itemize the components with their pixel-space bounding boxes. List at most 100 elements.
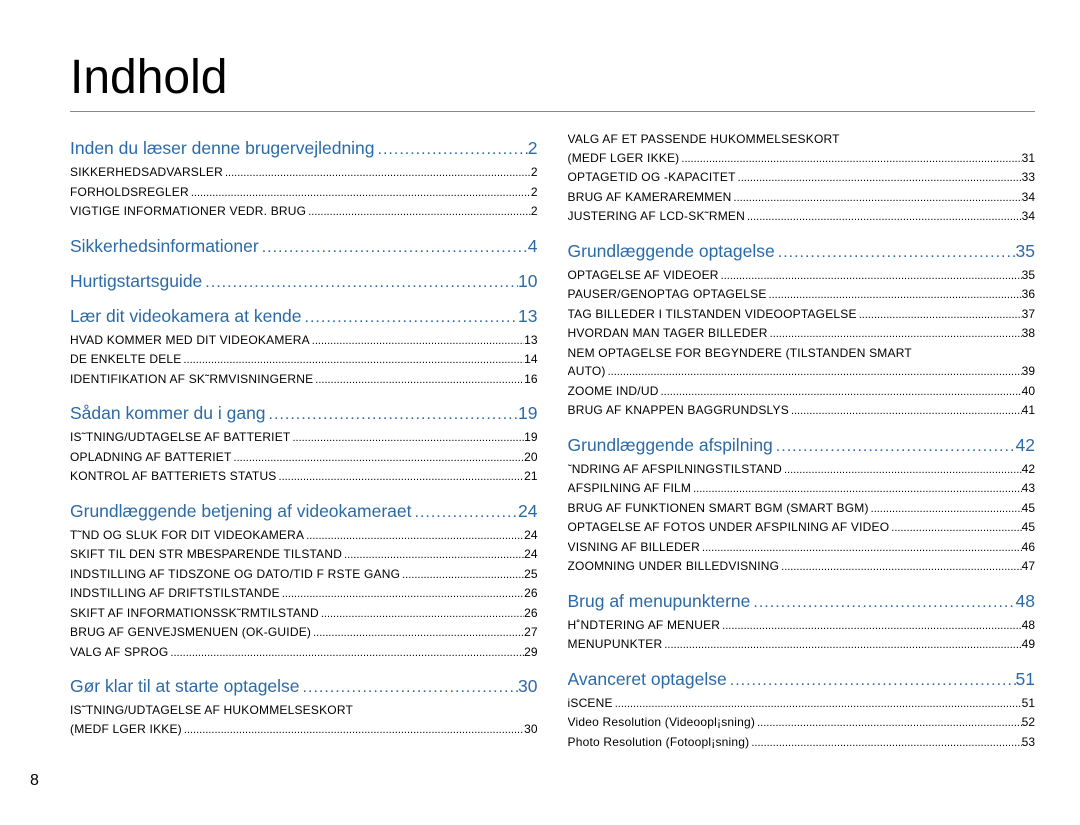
toc-section-label: Brug af menupunkterne	[568, 591, 751, 612]
toc-subentry[interactable]: ˜NDRING AF AFSPILNINGSTILSTAND..........…	[568, 460, 1036, 480]
toc-subentry[interactable]: (MEDF LGER IKKE)........................…	[568, 149, 1036, 169]
toc-leader-dots: ........................................…	[749, 734, 1021, 753]
toc-subentry-label: BRUG AF FUNKTIONEN SMART BGM (SMART BGM)	[568, 499, 869, 518]
toc-subentry[interactable]: OPTAGELSE AF VIDEOER....................…	[568, 266, 1036, 286]
toc-leader-dots: ........................................…	[857, 306, 1022, 325]
toc-subentry[interactable]: SKIFT TIL DEN STR MBESPARENDE TILSTAND..…	[70, 545, 538, 565]
toc-subentry-label: IS˜TNING/UDTAGELSE AF HUKOMMELSESKORT	[70, 701, 353, 720]
toc-section[interactable]: Hurtigstartsguide.......................…	[70, 271, 538, 292]
toc-subentry[interactable]: HVORDAN MAN TAGER BILLEDER..............…	[568, 324, 1036, 344]
toc-subentry[interactable]: (MEDF LGER IKKE)........................…	[70, 720, 538, 740]
toc-subentry-label: VALG AF SPROG	[70, 643, 168, 662]
toc-subentry[interactable]: KONTROL AF BATTERIETS STATUS............…	[70, 467, 538, 487]
toc-subentry[interactable]: IDENTIFIKATION AF SK˜RMVISNINGERNE......…	[70, 370, 538, 390]
toc-subentry-page: 45	[1022, 518, 1035, 537]
toc-section[interactable]: Grundlæggende optagelse.................…	[568, 241, 1036, 262]
toc-subentry-label: Video Resolution (Videoopl¡sning)	[568, 713, 756, 732]
toc-subentry[interactable]: INDSTILLING AF DRIFTSTILSTANDE..........…	[70, 584, 538, 604]
toc-subentry[interactable]: T˜ND OG SLUK FOR DIT VIDEOKAMERA........…	[70, 526, 538, 546]
toc-subentry[interactable]: VALG AF SPROG...........................…	[70, 643, 538, 663]
toc-subentry-page: 24	[524, 545, 537, 564]
toc-subentry[interactable]: BRUG AF FUNKTIONEN SMART BGM (SMART BGM)…	[568, 499, 1036, 519]
toc-subentry[interactable]: INDSTILLING AF TIDSZONE OG DATO/TID F RS…	[70, 565, 538, 585]
toc-subentry[interactable]: VALG AF ET PASSENDE HUKOMMELSESKORT	[568, 130, 1036, 149]
toc-subentry[interactable]: IS˜TNING/UDTAGELSE AF BATTERIET.........…	[70, 428, 538, 448]
toc-subentry[interactable]: AUTO)...................................…	[568, 362, 1036, 382]
toc-subentry[interactable]: Photo Resolution (Fotoopl¡sning)........…	[568, 733, 1036, 753]
toc-subentry-label: OPTAGELSE AF VIDEOER	[568, 266, 719, 285]
toc-subentry-page: 2	[531, 163, 538, 182]
toc-subentry[interactable]: JUSTERING AF LCD-SK˜RMEN................…	[568, 207, 1036, 227]
toc-subentry-page: 2	[531, 183, 538, 202]
toc-subentry[interactable]: VIGTIGE INFORMATIONER VEDR. BRUG........…	[70, 202, 538, 222]
toc-leader-dots: ........................................…	[411, 504, 518, 522]
toc-leader-dots: ........................................…	[782, 461, 1022, 480]
toc-subentry[interactable]: FORHOLDSREGLER..........................…	[70, 183, 538, 203]
toc-leader-dots: ........................................…	[613, 695, 1022, 714]
toc-subentry[interactable]: HVAD KOMMER MED DIT VIDEOKAMERA.........…	[70, 331, 538, 351]
toc-subentry-page: 26	[524, 604, 537, 623]
toc-leader-dots: ........................................…	[306, 203, 531, 222]
toc-section[interactable]: Lær dit videokamera at kende............…	[70, 306, 538, 327]
toc-subentry-label: VIGTIGE INFORMATIONER VEDR. BRUG	[70, 202, 306, 221]
toc-subentry[interactable]: SIKKERHEDSADVARSLER.....................…	[70, 163, 538, 183]
toc-leader-dots: ........................................…	[310, 332, 524, 351]
toc-subentry-page: 30	[524, 720, 537, 739]
toc-subentry[interactable]: OPTAGELSE AF FOTOS UNDER AFSPILNING AF V…	[568, 518, 1036, 538]
toc-subentry-label: MENUPUNKTER	[568, 635, 663, 654]
toc-leader-dots: ........................................…	[259, 239, 528, 257]
toc-subentry[interactable]: AFSPILNING AF FILM......................…	[568, 479, 1036, 499]
toc-subentry[interactable]: SKIFT AF INFORMATIONSSK˜RMTILSTAND......…	[70, 604, 538, 624]
toc-subentry-label: AFSPILNING AF FILM	[568, 479, 692, 498]
toc-leader-dots: ........................................…	[304, 527, 524, 546]
toc-subentry-label: HVAD KOMMER MED DIT VIDEOKAMERA	[70, 331, 310, 350]
toc-subentry-label: SKIFT TIL DEN STR MBESPARENDE TILSTAND	[70, 545, 342, 564]
toc-section[interactable]: Inden du læser denne brugervejledning...…	[70, 138, 538, 159]
toc-subentry[interactable]: NEM OPTAGELSE FOR BEGYNDERE (TILSTANDEN …	[568, 344, 1036, 363]
toc-subentry-label: OPLADNING AF BATTERIET	[70, 448, 232, 467]
toc-subentry[interactable]: PAUSER/GENOPTAG OPTAGELSE...............…	[568, 285, 1036, 305]
toc-subentry[interactable]: ZOOME IND/UD............................…	[568, 382, 1036, 402]
toc-subentry-label: (MEDF LGER IKKE)	[70, 720, 182, 739]
toc-subentry-label: ZOOME IND/UD	[568, 382, 659, 401]
toc-section-label: Inden du læser denne brugervejledning	[70, 138, 375, 159]
toc-leader-dots: ........................................…	[606, 363, 1022, 382]
toc-subentry[interactable]: BRUG AF KNAPPEN BAGGRUNDSLYS............…	[568, 401, 1036, 421]
toc-leader-dots: ........................................…	[789, 402, 1022, 421]
toc-section[interactable]: Gør klar til at starte optagelse........…	[70, 676, 538, 697]
toc-subentry[interactable]: TAG BILLEDER I TILSTANDEN VIDEOOPTAGELSE…	[568, 305, 1036, 325]
toc-subentry-page: 39	[1022, 362, 1035, 381]
toc-subentry[interactable]: OPLADNING AF BATTERIET..................…	[70, 448, 538, 468]
toc-leader-dots: ........................................…	[189, 184, 531, 203]
toc-subentry-label: AUTO)	[568, 362, 606, 381]
toc-section[interactable]: Grundlæggende betjening af videokameraet…	[70, 501, 538, 522]
toc-section[interactable]: Avanceret optagelse.....................…	[568, 669, 1036, 690]
toc-subentry[interactable]: VISNING AF BILLEDER.....................…	[568, 538, 1036, 558]
toc-leader-dots: ........................................…	[779, 558, 1022, 577]
toc-subentry[interactable]: iSCENE..................................…	[568, 694, 1036, 714]
toc-leader-dots: ........................................…	[662, 636, 1021, 655]
toc-subentry[interactable]: BRUG AF KAMERAREMMEN....................…	[568, 188, 1036, 208]
toc-leader-dots: ........................................…	[767, 286, 1022, 305]
toc-section[interactable]: Brug af menupunkterne...................…	[568, 591, 1036, 612]
toc-subentry[interactable]: ZOOMNING UNDER BILLEDVISNING............…	[568, 557, 1036, 577]
toc-subentry-page: 34	[1022, 188, 1035, 207]
toc-subentry[interactable]: MENUPUNKTER.............................…	[568, 635, 1036, 655]
toc-leader-dots: ........................................…	[375, 141, 528, 159]
toc-leader-dots: ........................................…	[719, 267, 1022, 286]
toc-subentry-label: PAUSER/GENOPTAG OPTAGELSE	[568, 285, 767, 304]
toc-left-column: Inden du læser denne brugervejledning...…	[70, 130, 538, 752]
toc-section-page: 51	[1016, 669, 1035, 690]
toc-subentry[interactable]: IS˜TNING/UDTAGELSE AF HUKOMMELSESKORT	[70, 701, 538, 720]
toc-subentry[interactable]: DE ENKELTE DELE.........................…	[70, 350, 538, 370]
toc-subentry-label: BRUG AF KAMERAREMMEN	[568, 188, 732, 207]
toc-subentry[interactable]: OPTAGETID OG -KAPACITET.................…	[568, 168, 1036, 188]
toc-section[interactable]: Sådan kommer du i gang..................…	[70, 403, 538, 424]
toc-subentry[interactable]: H˚NDTERING AF MENUER....................…	[568, 616, 1036, 636]
toc-section[interactable]: Grundlæggende afspilning................…	[568, 435, 1036, 456]
toc-leader-dots: ........................................…	[659, 383, 1022, 402]
toc-section[interactable]: Sikkerhedsinformationer.................…	[70, 236, 538, 257]
toc-subentry[interactable]: Video Resolution (Videoopl¡sning).......…	[568, 713, 1036, 733]
toc-subentry[interactable]: BRUG AF GENVEJSMENUEN (OK-GUIDE)........…	[70, 623, 538, 643]
toc-section-label: Grundlæggende betjening af videokameraet	[70, 501, 411, 522]
